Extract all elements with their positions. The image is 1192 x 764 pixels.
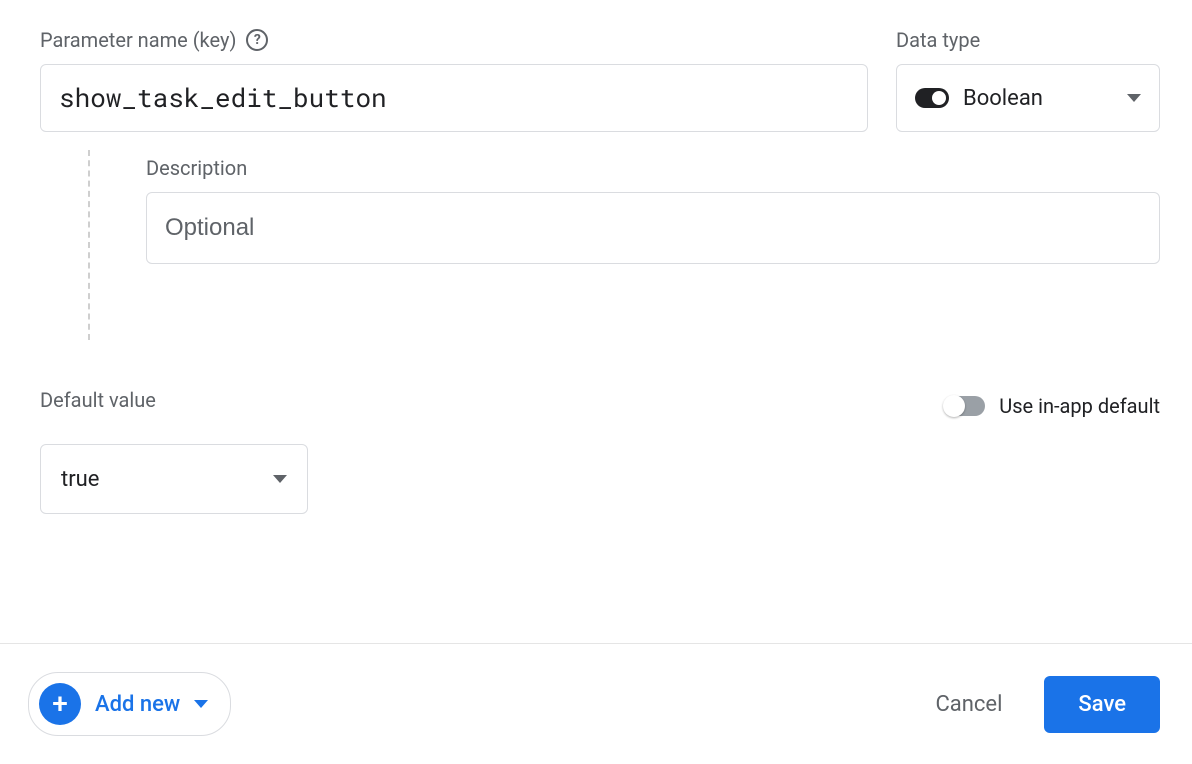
plus-icon: + <box>39 683 81 725</box>
chevron-down-icon <box>273 475 287 483</box>
parameter-name-field: Parameter name (key) ? <box>40 28 868 132</box>
data-type-field: Data type Boolean <box>896 28 1160 132</box>
default-value-label-text: Default value <box>40 388 156 412</box>
description-label: Description <box>146 156 1160 180</box>
data-type-label: Data type <box>896 28 1160 52</box>
parameter-name-input[interactable] <box>40 64 868 132</box>
description-block: Description <box>88 150 1160 340</box>
add-new-label: Add new <box>95 692 180 717</box>
chevron-down-icon <box>194 700 208 708</box>
data-type-select[interactable]: Boolean <box>896 64 1160 132</box>
default-value-selected: true <box>61 467 99 492</box>
add-new-button[interactable]: + Add new <box>28 672 231 736</box>
default-value-select[interactable]: true <box>40 444 308 514</box>
description-input[interactable] <box>146 192 1160 264</box>
form-body: Parameter name (key) ? Data type Boolean <box>40 28 1160 535</box>
help-icon[interactable]: ? <box>246 29 268 51</box>
description-label-text: Description <box>146 156 247 180</box>
data-type-label-text: Data type <box>896 28 980 52</box>
form-footer: + Add new Cancel Save <box>0 643 1192 764</box>
default-value-row: Default value Use in-app default <box>40 388 1160 424</box>
parameter-name-label: Parameter name (key) ? <box>40 28 868 52</box>
parameter-form: Parameter name (key) ? Data type Boolean <box>0 0 1192 764</box>
footer-actions: Cancel Save <box>925 676 1160 733</box>
toggle-off-icon <box>945 396 985 416</box>
chevron-down-icon <box>1127 94 1141 102</box>
parameter-name-label-text: Parameter name (key) <box>40 28 236 52</box>
cancel-button[interactable]: Cancel <box>925 680 1012 729</box>
top-row: Parameter name (key) ? Data type Boolean <box>40 28 1160 132</box>
description-body: Description <box>146 150 1160 340</box>
data-type-value: Boolean <box>963 86 1113 111</box>
default-value-label: Default value <box>40 388 156 412</box>
use-inapp-default-toggle[interactable]: Use in-app default <box>945 394 1160 418</box>
save-button[interactable]: Save <box>1044 676 1160 733</box>
boolean-toggle-icon <box>915 88 949 108</box>
default-value-field: Default value <box>40 388 156 424</box>
indent-guide <box>88 150 90 340</box>
use-inapp-default-label: Use in-app default <box>999 394 1160 418</box>
